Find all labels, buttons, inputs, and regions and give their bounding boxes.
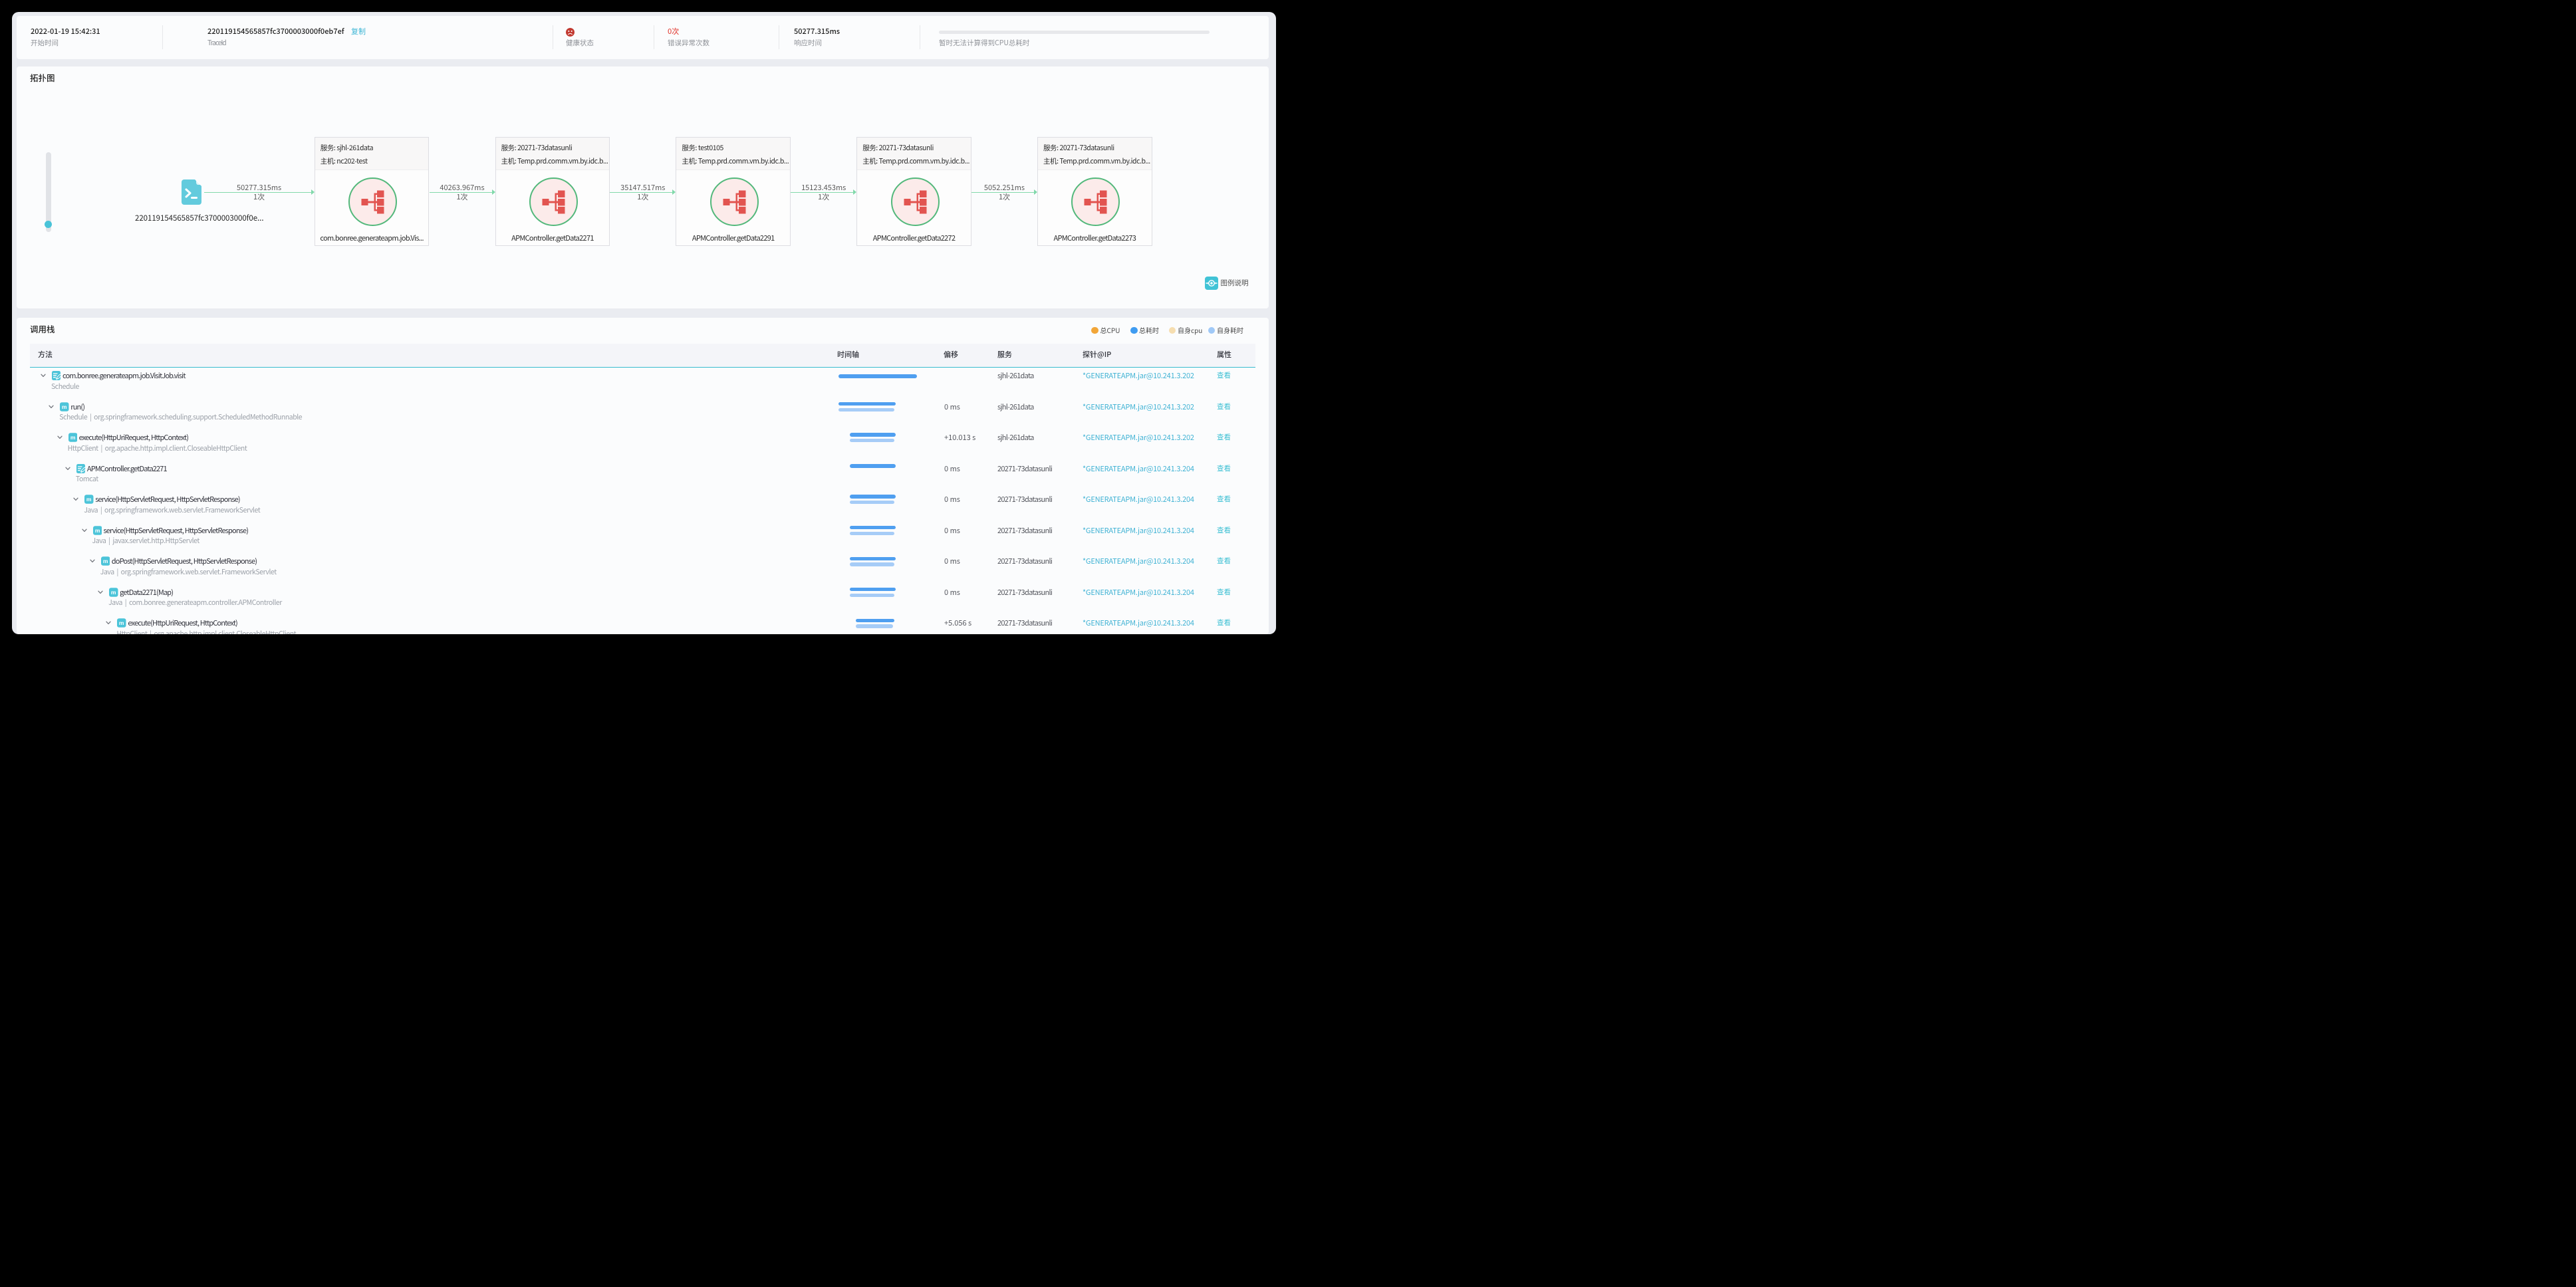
- svg-text:m: m: [70, 434, 76, 441]
- svg-text:m: m: [94, 527, 100, 534]
- svg-text:m: m: [103, 558, 108, 564]
- svg-text:m: m: [86, 496, 92, 503]
- svg-text:m: m: [111, 589, 116, 596]
- svg-text:m: m: [119, 620, 124, 626]
- svg-text:m: m: [62, 404, 67, 410]
